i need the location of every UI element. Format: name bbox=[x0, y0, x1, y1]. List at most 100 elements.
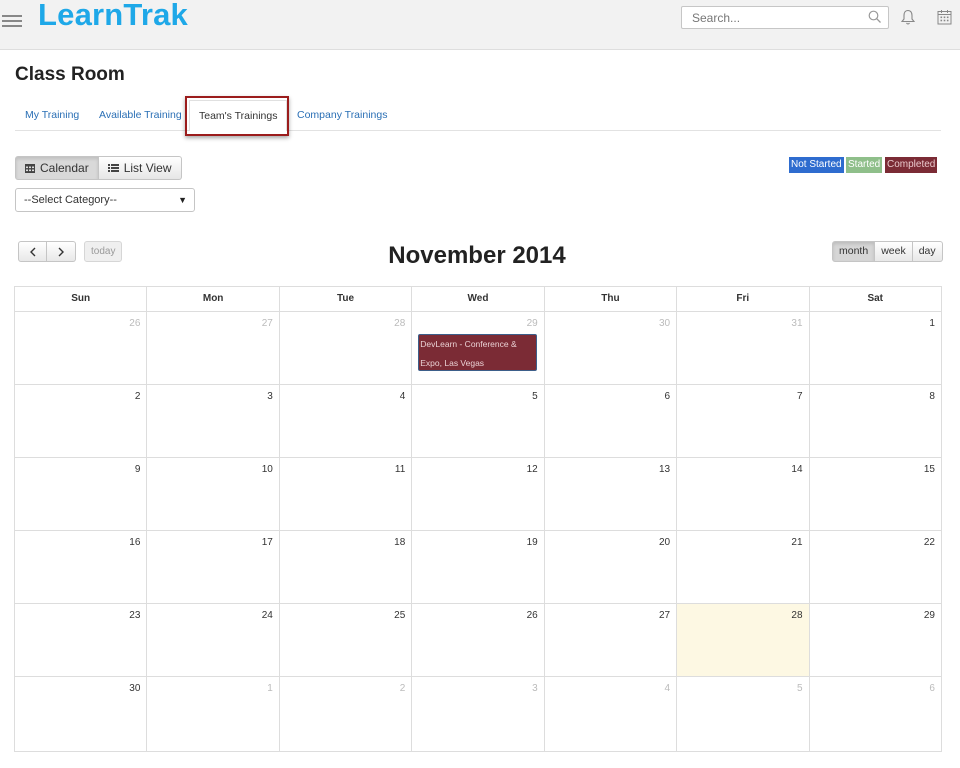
calendar-view-button[interactable]: Calendar bbox=[15, 156, 99, 180]
calendar-day[interactable]: 15 bbox=[808, 458, 941, 530]
calendar-day[interactable]: 1 bbox=[808, 312, 941, 384]
calendar-day[interactable]: 29 DevLearn - Conference & Expo, Las Veg… bbox=[411, 312, 543, 384]
calendar-day[interactable]: 31 bbox=[676, 312, 808, 384]
day-number: 19 bbox=[526, 537, 538, 548]
day-number: 25 bbox=[394, 610, 406, 621]
calendar-day[interactable]: 21 bbox=[676, 531, 808, 603]
list-view-label: List View bbox=[123, 161, 172, 175]
calendar-day[interactable]: 14 bbox=[676, 458, 808, 530]
today-button[interactable]: today bbox=[84, 241, 123, 262]
day-number: 29 bbox=[923, 610, 935, 621]
calendar-day[interactable]: 3 bbox=[411, 677, 543, 751]
tab-available-training[interactable]: Available Training bbox=[99, 100, 182, 130]
day-number: 1 bbox=[929, 318, 935, 329]
page-title: Class Room bbox=[15, 64, 125, 85]
calendar-day[interactable]: 1 bbox=[146, 677, 278, 751]
day-number: 26 bbox=[526, 610, 538, 621]
calendar-day-today[interactable]: 28 bbox=[676, 604, 809, 676]
caret-down-icon: ▼ bbox=[178, 195, 187, 205]
calendar-icon bbox=[25, 164, 35, 173]
weekday-sun: Sun bbox=[71, 293, 91, 304]
calendar-day[interactable]: 2 bbox=[15, 385, 146, 457]
calendar-day[interactable]: 28 bbox=[278, 312, 411, 384]
day-number: 20 bbox=[658, 537, 671, 548]
calendar-day[interactable]: 2 bbox=[278, 677, 411, 751]
calendar-day[interactable]: 6 bbox=[808, 677, 941, 751]
day-number: 15 bbox=[923, 464, 935, 475]
calendar-day[interactable]: 27 bbox=[146, 312, 278, 384]
tab-teams-trainings[interactable]: Team's Trainings bbox=[189, 100, 288, 131]
day-number: 6 bbox=[664, 391, 671, 402]
day-number: 27 bbox=[658, 610, 671, 621]
calendar-day[interactable]: 18 bbox=[278, 531, 411, 603]
legend-not-started: Not Started bbox=[789, 157, 844, 173]
day-number: 13 bbox=[658, 464, 671, 475]
day-number: 23 bbox=[129, 610, 141, 621]
day-view-button[interactable]: day bbox=[912, 241, 943, 262]
calendar-day[interactable]: 20 bbox=[543, 531, 676, 603]
calendar-day[interactable]: 16 bbox=[15, 531, 146, 603]
brand-logo[interactable]: LearnTrak bbox=[38, 0, 188, 33]
calendar-day[interactable]: 26 bbox=[411, 604, 543, 676]
calendar-view-switch: month week day bbox=[832, 241, 943, 262]
day-number: 8 bbox=[929, 391, 935, 402]
calendar-day[interactable]: 11 bbox=[278, 458, 411, 530]
chevron-right-icon bbox=[58, 247, 64, 256]
calendar-event[interactable]: DevLearn - Conference & Expo, Las Vegas bbox=[418, 334, 538, 371]
calendar-day[interactable]: 17 bbox=[146, 531, 278, 603]
calendar-day[interactable]: 19 bbox=[411, 531, 543, 603]
calendar-week: 9 10 11 12 13 14 15 bbox=[15, 458, 941, 531]
list-view-button[interactable]: List View bbox=[98, 156, 182, 180]
calendar-day[interactable]: 25 bbox=[278, 604, 411, 676]
calendar-icon[interactable] bbox=[937, 9, 952, 25]
calendar-day[interactable]: 12 bbox=[411, 458, 543, 530]
day-number: 2 bbox=[134, 391, 141, 402]
day-number: 14 bbox=[791, 464, 803, 475]
calendar-day[interactable]: 24 bbox=[146, 604, 278, 676]
day-number: 4 bbox=[399, 391, 406, 402]
search-icon[interactable] bbox=[868, 10, 882, 24]
calendar-day[interactable]: 4 bbox=[278, 385, 411, 457]
day-number: 24 bbox=[261, 610, 273, 621]
search-input[interactable] bbox=[682, 7, 862, 28]
calendar-day[interactable]: 9 bbox=[15, 458, 146, 530]
tab-my-training[interactable]: My Training bbox=[25, 100, 79, 130]
legend-started: Started bbox=[846, 157, 883, 173]
calendar-week: 16 17 18 19 20 21 22 bbox=[15, 531, 941, 604]
day-number: 12 bbox=[526, 464, 538, 475]
calendar-day[interactable]: 27 bbox=[543, 604, 676, 676]
menu-icon[interactable] bbox=[2, 12, 22, 32]
top-bar: LearnTrak bbox=[0, 0, 960, 50]
calendar-day[interactable]: 6 bbox=[543, 385, 676, 457]
category-select[interactable]: --Select Category-- ▼ bbox=[15, 188, 195, 212]
calendar-day[interactable]: 26 bbox=[15, 312, 146, 384]
calendar-day[interactable]: 7 bbox=[676, 385, 808, 457]
day-number: 9 bbox=[134, 464, 141, 475]
calendar-day[interactable]: 3 bbox=[146, 385, 278, 457]
calendar-day[interactable]: 13 bbox=[543, 458, 676, 530]
weekday-header: Sun Mon Tue Wed Thu Fri Sat bbox=[15, 287, 941, 312]
calendar-view-label: Calendar bbox=[40, 161, 89, 175]
calendar-day[interactable]: 29 bbox=[808, 604, 941, 676]
day-number: 16 bbox=[129, 537, 141, 548]
calendar-day[interactable]: 5 bbox=[676, 677, 808, 751]
calendar-day[interactable]: 10 bbox=[146, 458, 278, 530]
calendar-day[interactable]: 4 bbox=[543, 677, 676, 751]
calendar-day[interactable]: 30 bbox=[543, 312, 676, 384]
prev-month-button[interactable] bbox=[18, 241, 47, 262]
calendar-day[interactable]: 30 bbox=[15, 677, 146, 751]
bell-icon[interactable] bbox=[901, 9, 915, 26]
calendar-day[interactable]: 8 bbox=[808, 385, 941, 457]
tab-company-trainings[interactable]: Company Trainings bbox=[297, 100, 387, 130]
day-number: 11 bbox=[394, 464, 406, 475]
calendar-day[interactable]: 23 bbox=[15, 604, 146, 676]
calendar-day[interactable]: 5 bbox=[411, 385, 543, 457]
week-view-button[interactable]: week bbox=[875, 241, 913, 262]
calendar-day[interactable]: 22 bbox=[808, 531, 941, 603]
month-view-button[interactable]: month bbox=[832, 241, 876, 262]
legend-completed: Completed bbox=[885, 157, 938, 173]
day-number: 1 bbox=[267, 683, 273, 694]
next-month-button[interactable] bbox=[47, 241, 76, 262]
weekday-mon: Mon bbox=[146, 287, 278, 311]
category-select-value: --Select Category-- bbox=[24, 194, 117, 206]
